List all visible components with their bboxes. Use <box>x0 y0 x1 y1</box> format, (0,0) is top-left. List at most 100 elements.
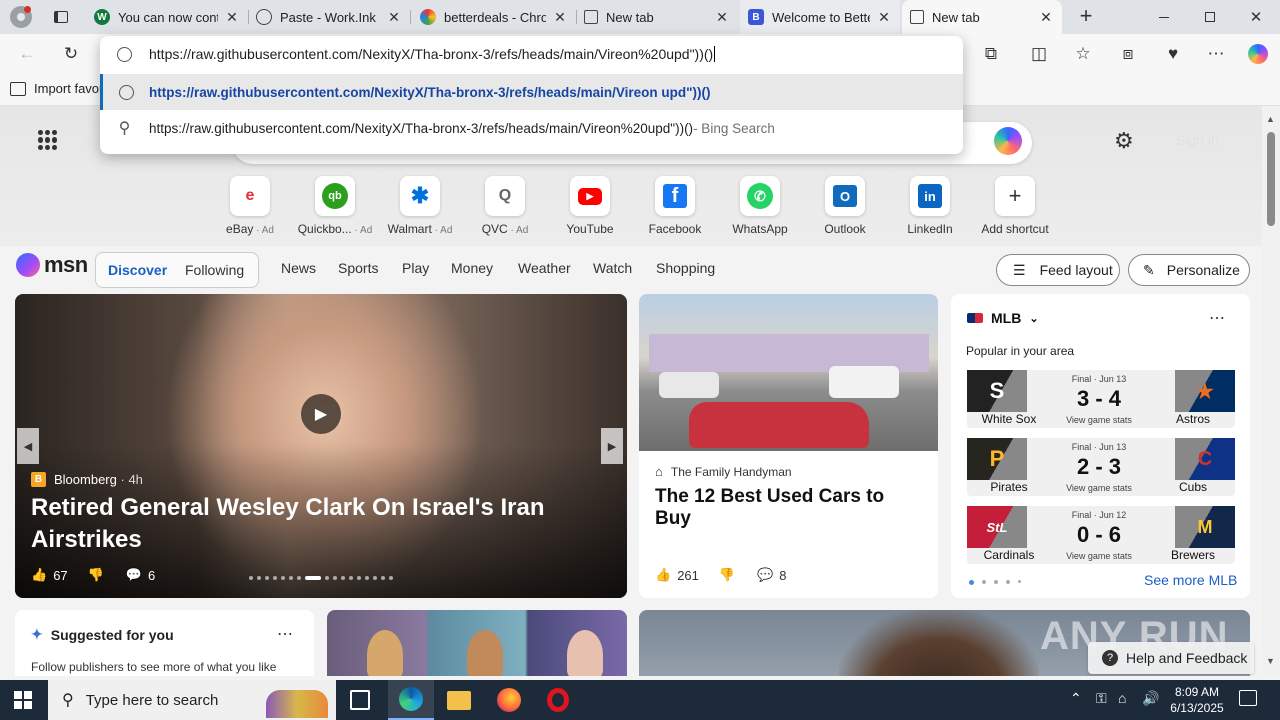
new-tab-icon[interactable]: + <box>1072 4 1100 30</box>
game-row[interactable]: P Pirates Final · Jun 13 2 - 3 View game… <box>967 438 1235 496</box>
shortcut-ebay[interactable]: e eBay · Ad <box>210 176 290 236</box>
scroll-down-icon[interactable]: ▼ <box>1266 656 1275 666</box>
tab-actions-icon[interactable] <box>50 6 72 28</box>
tab-5-active[interactable]: New tab ✕ <box>902 0 1062 34</box>
close-tab-icon[interactable]: ✕ <box>714 9 730 26</box>
help-feedback-button[interactable]: ? Help and Feedback <box>1088 642 1254 674</box>
like-icon[interactable]: 👍 <box>655 567 671 583</box>
refresh-icon[interactable]: ↻ <box>56 34 86 74</box>
sign-in-link[interactable]: Sign in <box>1176 132 1219 148</box>
tab-2[interactable]: betterdeals - Chrome ✕ <box>412 0 576 34</box>
games-card[interactable] <box>327 610 627 676</box>
suggestion-0[interactable]: https://raw.githubusercontent.com/Nexity… <box>100 74 963 110</box>
comment-icon[interactable]: 💬 <box>757 567 773 583</box>
tab-4[interactable]: B Welcome to BetterD ✕ <box>740 0 900 34</box>
tab-0[interactable]: W You can now continue ✕ <box>86 0 248 34</box>
nav-money[interactable]: Money <box>451 260 493 276</box>
nav-play[interactable]: Play <box>402 260 429 276</box>
new-tab-page: ⚙ Sign in e eBay · Ad qb Quickbo... · Ad… <box>0 106 1262 676</box>
personalize-button[interactable]: ✎ Personalize <box>1128 254 1250 286</box>
copilot-search-icon[interactable] <box>994 127 1022 155</box>
suggestion-1[interactable]: ⚲ https://raw.githubusercontent.com/Nexi… <box>100 110 963 146</box>
play-icon[interactable]: ▶ <box>301 394 341 434</box>
import-favorites-button[interactable]: Import favor <box>10 81 103 96</box>
firefox-icon[interactable] <box>497 688 521 712</box>
profile-avatar[interactable] <box>10 6 32 28</box>
more-menu-icon[interactable]: ⋯ <box>1201 34 1231 74</box>
restore-icon[interactable] <box>1192 0 1228 34</box>
dislike-icon[interactable]: 👎 <box>719 567 735 583</box>
carousel-next-icon[interactable]: ▶ <box>601 428 623 464</box>
second-story-card[interactable]: ⌂ The Family Handyman The 12 Best Used C… <box>639 294 938 598</box>
task-view-icon[interactable] <box>350 690 370 710</box>
mlb-header[interactable]: MLB ⌄ <box>967 310 1039 326</box>
taskbar-search-box[interactable]: ⚲ Type here to search <box>48 680 336 720</box>
nav-shopping[interactable]: Shopping <box>656 260 715 276</box>
tab-following[interactable]: Following <box>185 262 244 278</box>
clock[interactable]: 8:09 AM 6/13/2025 <box>1168 684 1226 716</box>
close-tab-icon[interactable]: ✕ <box>386 9 402 26</box>
extensions-icon[interactable]: ⧉ <box>976 34 1006 74</box>
shortcut-linkedin[interactable]: in LinkedIn <box>890 176 970 236</box>
shortcut-youtube[interactable]: ▶ YouTube <box>550 176 630 236</box>
nav-sports[interactable]: Sports <box>338 260 378 276</box>
shortcut-walmart[interactable]: ✱ Walmart · Ad <box>380 176 460 236</box>
show-hidden-icons[interactable]: ⌃ <box>1070 690 1082 707</box>
see-more-mlb-link[interactable]: See more MLB <box>1144 572 1237 588</box>
story-source[interactable]: ⌂ The Family Handyman <box>655 464 792 479</box>
dislike-icon[interactable]: 👎 <box>88 567 104 583</box>
close-tab-icon[interactable]: ✕ <box>552 9 568 26</box>
story-title[interactable]: The 12 Best Used Cars to Buy <box>655 486 925 530</box>
comment-icon[interactable]: 💬 <box>126 567 142 583</box>
collections-icon[interactable]: ⧈ <box>1113 34 1143 74</box>
tab-3[interactable]: New tab ✕ <box>576 0 738 34</box>
favorites-icon[interactable]: ☆ <box>1068 34 1098 74</box>
tab-1[interactable]: Paste - Work.Ink ✕ <box>248 0 410 34</box>
minimize-icon[interactable] <box>1146 0 1182 34</box>
story-title[interactable]: Retired General Wesley Clark On Israel's… <box>31 492 591 556</box>
shortcut-whatsapp[interactable]: ✆ WhatsApp <box>720 176 800 236</box>
close-tab-icon[interactable]: ✕ <box>876 9 892 26</box>
shortcut-quickbooks[interactable]: qb Quickbo... · Ad <box>295 176 375 236</box>
more-options-icon[interactable]: ⋯ <box>1209 308 1225 328</box>
windows-start-icon[interactable] <box>14 691 32 709</box>
tab-discover[interactable]: Discover <box>108 262 167 278</box>
address-input[interactable]: https://raw.githubusercontent.com/Nexity… <box>149 46 713 62</box>
msn-logo[interactable]: msn <box>16 252 88 278</box>
apps-grid-icon[interactable] <box>38 130 58 150</box>
copilot-icon[interactable] <box>1243 34 1273 74</box>
volume-icon[interactable]: 🔊 <box>1142 690 1159 707</box>
close-window-icon[interactable]: ✕ <box>1238 0 1274 34</box>
feed-layout-button[interactable]: ☰ Feed layout <box>996 254 1120 286</box>
like-icon[interactable]: 👍 <box>31 567 47 583</box>
more-options-icon[interactable]: ⋯ <box>277 624 293 644</box>
network-icon[interactable]: ⚿ <box>1096 690 1107 707</box>
file-explorer-icon[interactable] <box>447 691 471 710</box>
settings-gear-icon[interactable]: ⚙ <box>1114 128 1134 154</box>
scroll-up-icon[interactable]: ▲ <box>1266 114 1275 124</box>
scroll-thumb[interactable] <box>1267 132 1275 226</box>
nav-watch[interactable]: Watch <box>593 260 632 276</box>
opera-icon[interactable] <box>547 688 569 712</box>
performance-icon[interactable]: ♥ <box>1158 34 1188 74</box>
close-tab-icon[interactable]: ✕ <box>1038 9 1054 26</box>
wifi-icon[interactable]: ⌂ <box>1118 690 1126 706</box>
shortcut-qvc[interactable]: Q QVC · Ad <box>465 176 545 236</box>
notifications-icon[interactable] <box>1239 690 1257 706</box>
split-screen-icon[interactable]: ◫ <box>1024 34 1054 74</box>
shortcut-add[interactable]: + Add shortcut <box>975 176 1055 236</box>
shortcut-outlook[interactable]: O Outlook <box>805 176 885 236</box>
close-tab-icon[interactable]: ✕ <box>224 9 240 26</box>
game-row[interactable]: S White Sox Final · Jun 13 3 - 4 View ga… <box>967 370 1235 428</box>
carousel-prev-icon[interactable]: ◀ <box>17 428 39 464</box>
nav-news[interactable]: News <box>281 260 316 276</box>
address-input-row[interactable]: https://raw.githubusercontent.com/Nexity… <box>100 36 963 72</box>
game-row[interactable]: StL Cardinals Final · Jun 12 0 - 6 View … <box>967 506 1235 564</box>
nav-weather[interactable]: Weather <box>518 260 571 276</box>
edge-taskbar-icon[interactable] <box>388 680 434 720</box>
main-story-card[interactable]: ▶ ◀ ▶ B Bloomberg · 4h Retired General W… <box>15 294 627 598</box>
shortcut-facebook[interactable]: f Facebook <box>635 176 715 236</box>
story-source[interactable]: B Bloomberg · 4h <box>31 472 143 487</box>
page-scrollbar[interactable]: ▲ ▼ <box>1262 106 1280 676</box>
back-icon[interactable]: ← <box>12 34 42 74</box>
